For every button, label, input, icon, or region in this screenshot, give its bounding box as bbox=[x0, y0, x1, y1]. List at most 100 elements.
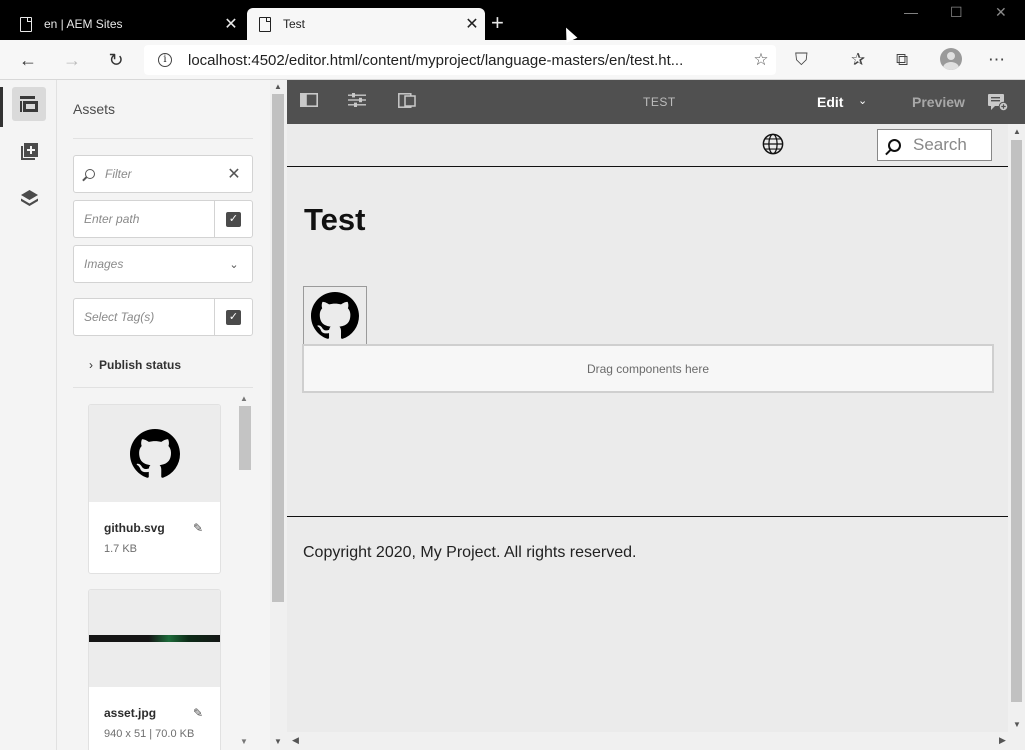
checkmark-icon: ✓ bbox=[226, 211, 241, 227]
site-search-input[interactable]: Search bbox=[877, 129, 992, 161]
asset-name: github.svg bbox=[104, 521, 165, 535]
url-text: localhost:4502/editor.html/content/mypro… bbox=[188, 51, 684, 69]
scroll-down-icon[interactable]: ▼ bbox=[1013, 720, 1021, 729]
publish-status-label: Publish status bbox=[99, 358, 182, 372]
annotations-icon[interactable] bbox=[988, 94, 1008, 111]
path-checkbox[interactable]: ✓ bbox=[214, 201, 252, 237]
tags-checkbox[interactable]: ✓ bbox=[214, 299, 252, 335]
collections-icon[interactable]: ⧉ bbox=[896, 50, 908, 70]
asset-meta: 940 x 51 | 70.0 KB bbox=[104, 728, 195, 740]
canvas-horizontal-scrollbar[interactable]: ◀ ▶ bbox=[287, 732, 1025, 750]
scrollbar-thumb[interactable] bbox=[239, 406, 251, 470]
more-menu-icon[interactable]: ⋯ bbox=[988, 50, 1005, 70]
scrollbar-thumb[interactable] bbox=[272, 94, 284, 602]
site-info-icon[interactable]: i bbox=[158, 53, 172, 67]
divider bbox=[73, 387, 253, 388]
edit-pencil-icon[interactable]: ✎ bbox=[193, 521, 203, 535]
browser-tab-test[interactable]: Test ✕ bbox=[247, 8, 485, 40]
asset-type-value: Images bbox=[84, 257, 124, 271]
refresh-icon[interactable]: ↻ bbox=[104, 48, 128, 72]
favorites-icon[interactable]: ✰ bbox=[851, 50, 865, 70]
asset-thumbnail bbox=[89, 405, 220, 502]
scroll-down-icon[interactable]: ▼ bbox=[240, 737, 248, 746]
edit-pencil-icon[interactable]: ✎ bbox=[193, 706, 203, 720]
side-rail bbox=[0, 80, 57, 750]
publish-status-toggle[interactable]: › Publish status bbox=[89, 358, 181, 372]
minimize-icon[interactable]: — bbox=[904, 4, 918, 20]
divider bbox=[73, 138, 253, 139]
tab-title: en | AEM Sites bbox=[44, 17, 123, 31]
assets-rail-button[interactable] bbox=[12, 87, 46, 121]
new-tab-icon[interactable]: + bbox=[491, 10, 504, 36]
close-tab-icon[interactable]: ✕ bbox=[459, 14, 485, 34]
asset-card[interactable]: github.svg ✎ 1.7 KB bbox=[88, 404, 221, 574]
mode-selector[interactable]: Edit bbox=[817, 94, 843, 110]
asset-card[interactable]: asset.jpg ✎ 940 x 51 | 70.0 KB bbox=[88, 589, 221, 750]
page-title[interactable]: Test bbox=[304, 202, 365, 238]
drop-zone-label: Drag components here bbox=[586, 361, 710, 376]
chevron-right-icon: › bbox=[89, 358, 93, 372]
scroll-up-icon[interactable]: ▲ bbox=[1013, 127, 1021, 136]
asset-meta: 1.7 KB bbox=[104, 543, 138, 555]
url-field[interactable]: i localhost:4502/editor.html/content/myp… bbox=[144, 45, 776, 75]
chevron-down-icon[interactable]: ⌄ bbox=[858, 94, 867, 107]
tags-field[interactable]: Select Tag(s) ✓ bbox=[73, 298, 253, 336]
path-field[interactable]: Enter path ✓ bbox=[73, 200, 253, 238]
banner-image bbox=[89, 635, 220, 642]
page-icon bbox=[259, 16, 271, 32]
assets-icon bbox=[20, 96, 38, 112]
address-bar-row: ← → ↻ i localhost:4502/editor.html/conte… bbox=[0, 40, 1025, 80]
emulator-icon[interactable] bbox=[398, 93, 416, 108]
page-icon bbox=[20, 16, 32, 32]
github-logo bbox=[130, 429, 180, 478]
maximize-icon[interactable]: ☐ bbox=[950, 4, 963, 21]
path-placeholder: Enter path bbox=[84, 212, 140, 226]
back-arrow-icon[interactable]: ← bbox=[16, 48, 40, 72]
window-close-icon[interactable]: ✕ bbox=[995, 4, 1007, 21]
asset-type-select[interactable]: Images ⌄ bbox=[73, 245, 253, 283]
image-component[interactable] bbox=[303, 286, 367, 346]
drop-zone[interactable]: Drag components here bbox=[302, 344, 994, 393]
canvas-vertical-scrollbar[interactable]: ▲ ▼ bbox=[1008, 124, 1025, 732]
clear-filter-icon[interactable]: ✕ bbox=[216, 164, 252, 184]
scroll-right-icon[interactable]: ▶ bbox=[999, 735, 1006, 746]
active-marker bbox=[0, 87, 3, 127]
forward-arrow-icon[interactable]: → bbox=[60, 48, 84, 72]
favorite-star-icon[interactable]: ☆ bbox=[746, 50, 776, 70]
scroll-left-icon[interactable]: ◀ bbox=[292, 735, 299, 746]
footer-divider bbox=[287, 516, 1008, 517]
panel-title: Assets bbox=[73, 101, 116, 117]
toggle-side-panel-icon[interactable] bbox=[300, 93, 318, 107]
search-icon bbox=[888, 138, 901, 152]
profile-avatar[interactable] bbox=[940, 48, 962, 70]
page-properties-icon[interactable] bbox=[348, 93, 366, 107]
close-tab-icon[interactable]: ✕ bbox=[218, 14, 244, 34]
filter-field[interactable]: Filter ✕ bbox=[73, 155, 253, 193]
tags-placeholder: Select Tag(s) bbox=[84, 310, 155, 324]
components-rail-button[interactable] bbox=[12, 134, 46, 168]
preview-button[interactable]: Preview bbox=[912, 94, 965, 110]
asset-list-scrollbar[interactable]: ▲ ▼ bbox=[237, 394, 253, 750]
panel-scrollbar[interactable]: ▲ ▼ bbox=[270, 80, 287, 750]
asset-name: asset.jpg bbox=[104, 706, 157, 720]
chevron-down-icon: ⌄ bbox=[229, 258, 239, 271]
page-name: TEST bbox=[643, 95, 676, 109]
footer-text[interactable]: Copyright 2020, My Project. All rights r… bbox=[303, 544, 636, 562]
components-icon bbox=[20, 142, 38, 160]
content-tree-rail-button[interactable] bbox=[12, 181, 46, 215]
scrollbar-thumb[interactable] bbox=[1011, 140, 1022, 702]
scroll-up-icon[interactable]: ▲ bbox=[240, 394, 248, 403]
browser-tab-strip: en | AEM Sites ✕ Test ✕ + — ☐ ✕ bbox=[0, 0, 1025, 40]
tab-title: Test bbox=[283, 17, 306, 31]
github-logo bbox=[311, 292, 359, 339]
pocket-icon[interactable]: ⛉ bbox=[795, 50, 808, 70]
globe-icon[interactable] bbox=[762, 133, 784, 155]
search-placeholder: Search bbox=[913, 135, 967, 154]
page-canvas[interactable]: Search Test Drag components here Copyrig… bbox=[287, 124, 1008, 732]
scroll-down-icon[interactable]: ▼ bbox=[274, 737, 282, 746]
assets-panel: Assets Filter ✕ Enter path ✓ Images ⌄ Se… bbox=[57, 80, 270, 750]
scroll-up-icon[interactable]: ▲ bbox=[274, 82, 282, 91]
asset-thumbnail bbox=[89, 590, 220, 687]
search-icon bbox=[85, 169, 95, 179]
browser-tab-aem-sites[interactable]: en | AEM Sites ✕ bbox=[8, 8, 244, 40]
